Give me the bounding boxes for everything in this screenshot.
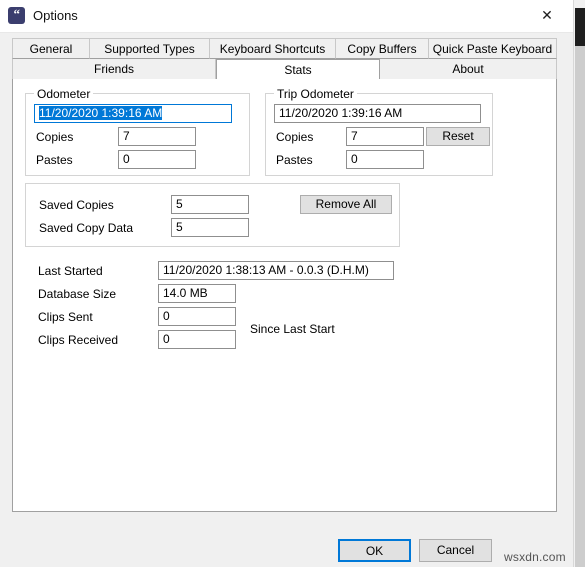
reset-button[interactable]: Reset [426, 127, 490, 146]
last-started-field[interactable]: 11/20/2020 1:38:13 AM - 0.0.3 (D.H.M) [158, 261, 394, 280]
cancel-button[interactable]: Cancel [419, 539, 492, 562]
tab-row-1: General Supported Types Keyboard Shortcu… [12, 38, 557, 59]
trip-odometer-datetime-field[interactable]: 11/20/2020 1:39:16 AM [274, 104, 481, 123]
saved-copies-label: Saved Copies [39, 198, 114, 212]
trip-odometer-copies-field[interactable]: 7 [346, 127, 424, 146]
odometer-pastes-label: Pastes [36, 153, 73, 167]
quote-icon: “ [8, 7, 25, 24]
clips-sent-label: Clips Sent [38, 310, 93, 324]
ok-button[interactable]: OK [338, 539, 411, 562]
saved-copy-data-field[interactable]: 5 [171, 218, 249, 237]
odometer-group: Odometer 11/20/2020 1:39:16 AM Copies 7 … [25, 87, 250, 176]
database-size-label: Database Size [38, 287, 117, 301]
trip-odometer-copies-label: Copies [276, 130, 314, 144]
clips-received-field[interactable]: 0 [158, 330, 236, 349]
since-last-start-note: Since Last Start [250, 322, 335, 336]
title-bar: “ Options ✕ [0, 0, 573, 33]
stats-tab-page: Odometer 11/20/2020 1:39:16 AM Copies 7 … [12, 79, 557, 512]
tab-friends[interactable]: Friends [12, 59, 216, 80]
odometer-group-legend: Odometer [34, 87, 94, 101]
tab-row-2: Friends Stats About [12, 59, 557, 80]
tab-about[interactable]: About [380, 59, 557, 80]
tab-keyboard-shortcuts[interactable]: Keyboard Shortcuts [210, 38, 336, 59]
clips-received-label: Clips Received [38, 333, 119, 347]
trip-odometer-pastes-label: Pastes [276, 153, 313, 167]
database-size-field[interactable]: 14.0 MB [158, 284, 236, 303]
odometer-copies-label: Copies [36, 130, 74, 144]
odometer-datetime-value: 11/20/2020 1:39:16 AM [39, 106, 163, 120]
tab-quick-paste-keyboard[interactable]: Quick Paste Keyboard [429, 38, 557, 59]
odometer-copies-field[interactable]: 7 [118, 127, 196, 146]
odometer-datetime-field[interactable]: 11/20/2020 1:39:16 AM [34, 104, 232, 123]
tab-copy-buffers[interactable]: Copy Buffers [336, 38, 429, 59]
watermark: wsxdn.com [504, 550, 566, 564]
tab-strip: General Supported Types Keyboard Shortcu… [12, 38, 557, 80]
saved-copy-data-label: Saved Copy Data [39, 221, 134, 235]
tab-general[interactable]: General [12, 38, 90, 59]
trip-odometer-group-legend: Trip Odometer [274, 87, 357, 101]
clips-sent-field[interactable]: 0 [158, 307, 236, 326]
dialog-footer: OK Cancel [0, 512, 573, 567]
trip-odometer-group: Trip Odometer 11/20/2020 1:39:16 AM Copi… [265, 87, 493, 176]
page-scrollbar[interactable] [573, 0, 585, 567]
scrollbar-track[interactable] [575, 46, 585, 567]
last-started-label: Last Started [38, 264, 103, 278]
close-icon[interactable]: ✕ [525, 0, 569, 30]
tab-supported-types[interactable]: Supported Types [90, 38, 210, 59]
trip-odometer-pastes-field[interactable]: 0 [346, 150, 424, 169]
tab-stats[interactable]: Stats [216, 59, 380, 80]
saved-copies-field[interactable]: 5 [171, 195, 249, 214]
window-title: Options [33, 8, 78, 23]
odometer-pastes-field[interactable]: 0 [118, 150, 196, 169]
remove-all-button[interactable]: Remove All [300, 195, 392, 214]
scrollbar-thumb[interactable] [575, 8, 585, 46]
options-dialog: “ Options ✕ General Supported Types Keyb… [0, 0, 573, 567]
saved-copies-panel: Saved Copies 5 Saved Copy Data 5 Remove … [25, 183, 400, 247]
